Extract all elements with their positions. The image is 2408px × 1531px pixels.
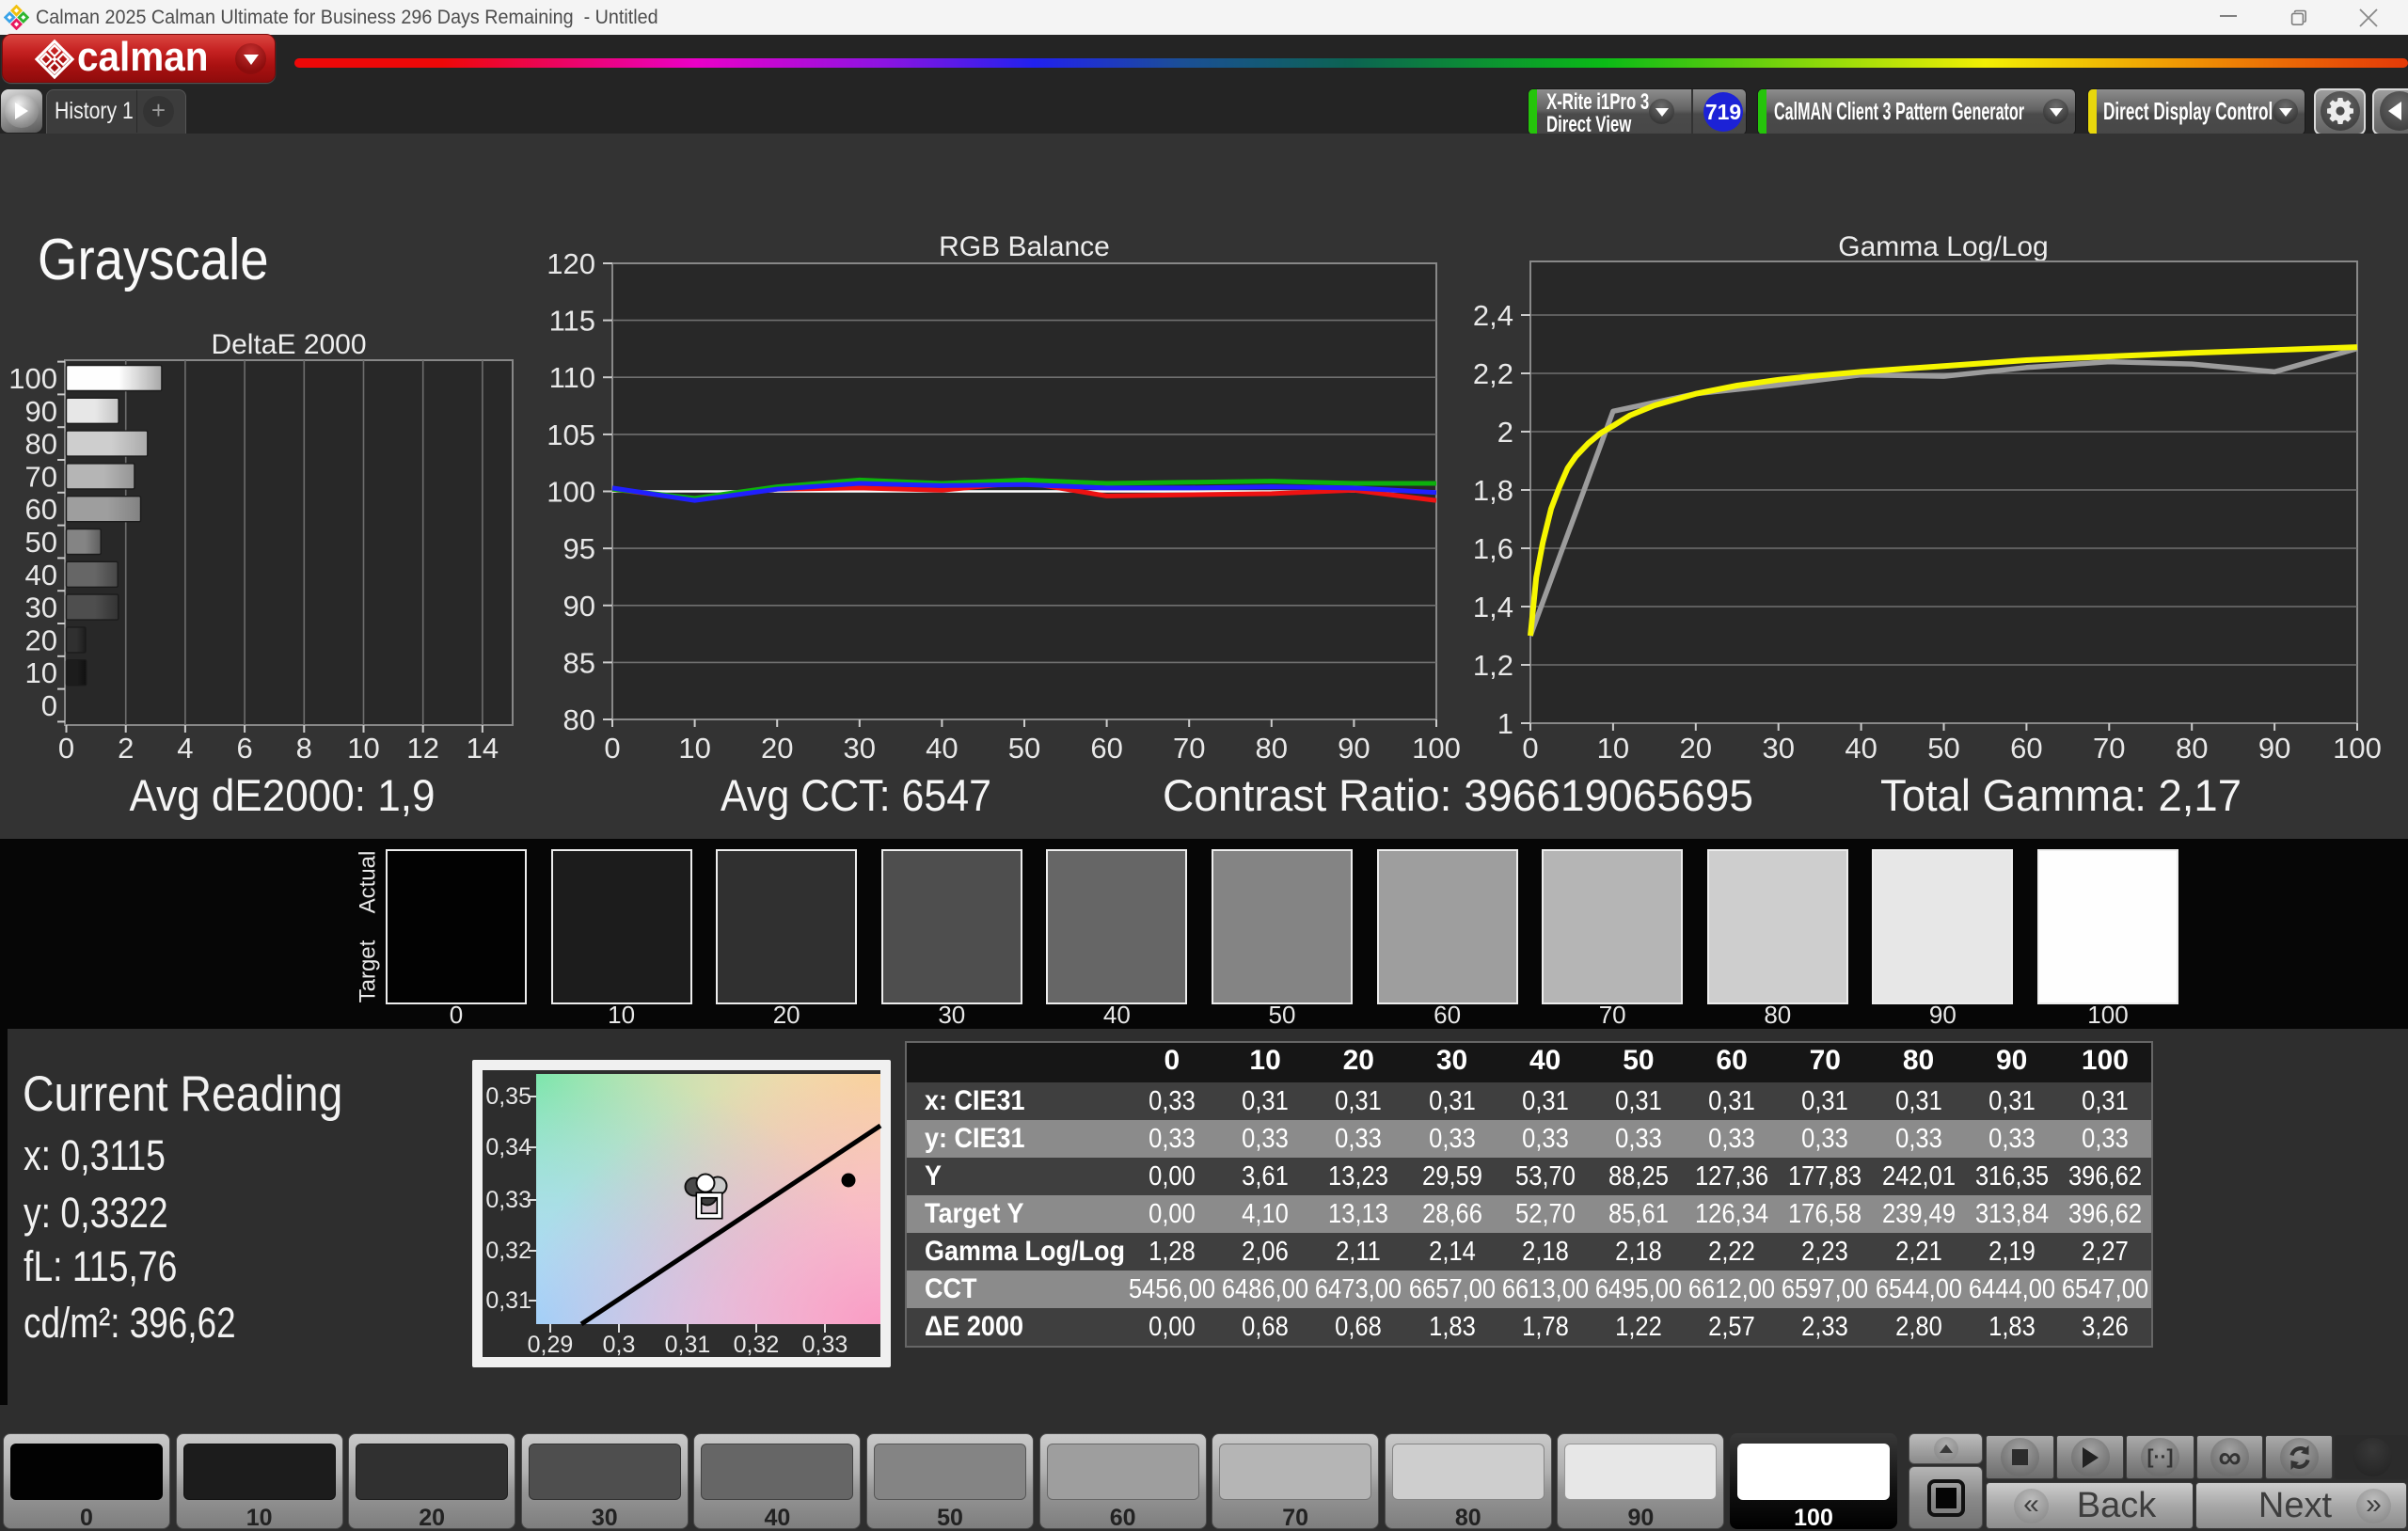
- svg-text:110: 110: [549, 361, 595, 394]
- svg-text:0: 0: [604, 732, 620, 765]
- svg-text:0: 0: [58, 732, 74, 765]
- svg-text:10: 10: [347, 732, 379, 765]
- svg-text:0,3: 0,3: [603, 1332, 636, 1358]
- svg-text:0,31: 0,31: [665, 1332, 711, 1358]
- svg-text:90: 90: [2258, 732, 2290, 765]
- svg-text:60: 60: [2010, 732, 2042, 765]
- svg-text:0: 0: [1522, 732, 1538, 765]
- svg-text:30: 30: [25, 592, 57, 624]
- svg-text:0,35: 0,35: [485, 1083, 531, 1110]
- svg-text:100: 100: [547, 476, 595, 509]
- svg-text:RGB Balance: RGB Balance: [939, 231, 1110, 262]
- svg-text:Avg CCT: 6547: Avg CCT: 6547: [721, 770, 991, 820]
- svg-text:0,29: 0,29: [528, 1332, 574, 1358]
- svg-text:1,6: 1,6: [1473, 532, 1513, 565]
- svg-text:0: 0: [41, 689, 57, 722]
- svg-text:0,34: 0,34: [485, 1134, 531, 1160]
- svg-text:0,31: 0,31: [485, 1287, 531, 1314]
- svg-text:10: 10: [678, 732, 710, 765]
- svg-text:0,32: 0,32: [734, 1332, 780, 1358]
- svg-text:14: 14: [467, 732, 499, 765]
- svg-text:1: 1: [1497, 707, 1513, 740]
- svg-text:100: 100: [8, 362, 57, 395]
- svg-text:115: 115: [549, 305, 595, 338]
- svg-text:90: 90: [25, 395, 57, 428]
- svg-text:80: 80: [1256, 732, 1288, 765]
- svg-text:DeltaE 2000: DeltaE 2000: [211, 329, 366, 360]
- svg-text:95: 95: [563, 532, 595, 565]
- svg-text:0,33: 0,33: [485, 1187, 531, 1213]
- svg-text:2,2: 2,2: [1473, 357, 1513, 390]
- svg-text:90: 90: [1338, 732, 1370, 765]
- svg-text:2: 2: [118, 732, 134, 765]
- svg-text:80: 80: [2176, 732, 2208, 765]
- svg-text:40: 40: [25, 559, 57, 592]
- svg-text:6: 6: [236, 732, 252, 765]
- svg-text:1,2: 1,2: [1473, 649, 1513, 682]
- svg-text:Total Gamma: 2,17: Total Gamma: 2,17: [1880, 770, 2242, 820]
- svg-text:60: 60: [1090, 732, 1122, 765]
- svg-text:30: 30: [1762, 732, 1794, 765]
- svg-text:2: 2: [1497, 416, 1513, 449]
- svg-text:0,32: 0,32: [485, 1238, 531, 1264]
- svg-text:1,8: 1,8: [1473, 474, 1513, 507]
- svg-text:Contrast Ratio: 396619065695: Contrast Ratio: 396619065695: [1163, 770, 1753, 820]
- svg-text:105: 105: [547, 418, 595, 451]
- svg-text:20: 20: [1680, 732, 1712, 765]
- svg-text:120: 120: [547, 247, 595, 280]
- svg-text:50: 50: [1008, 732, 1040, 765]
- svg-text:8: 8: [296, 732, 312, 765]
- svg-text:10: 10: [25, 656, 57, 689]
- svg-text:90: 90: [563, 590, 595, 623]
- svg-text:100: 100: [1412, 732, 1461, 765]
- svg-text:70: 70: [25, 460, 57, 493]
- svg-text:70: 70: [2093, 732, 2125, 765]
- svg-text:80: 80: [25, 428, 57, 461]
- svg-text:20: 20: [25, 623, 57, 656]
- svg-text:40: 40: [1845, 732, 1877, 765]
- svg-text:4: 4: [177, 732, 193, 765]
- svg-text:20: 20: [761, 732, 793, 765]
- svg-text:70: 70: [1173, 732, 1205, 765]
- svg-text:10: 10: [1597, 732, 1629, 765]
- svg-text:50: 50: [1927, 732, 1959, 765]
- svg-text:40: 40: [926, 732, 958, 765]
- svg-text:2,4: 2,4: [1473, 299, 1513, 332]
- svg-text:12: 12: [406, 732, 438, 765]
- svg-text:80: 80: [563, 703, 595, 736]
- svg-text:30: 30: [844, 732, 876, 765]
- svg-text:85: 85: [563, 646, 595, 679]
- svg-text:Gamma Log/Log: Gamma Log/Log: [1838, 231, 2048, 262]
- svg-text:60: 60: [25, 493, 57, 526]
- svg-text:Avg dE2000: 1,9: Avg dE2000: 1,9: [130, 770, 436, 820]
- svg-text:1,4: 1,4: [1473, 591, 1513, 623]
- svg-text:0,33: 0,33: [802, 1332, 848, 1358]
- svg-text:50: 50: [25, 526, 57, 559]
- svg-text:100: 100: [2333, 732, 2382, 765]
